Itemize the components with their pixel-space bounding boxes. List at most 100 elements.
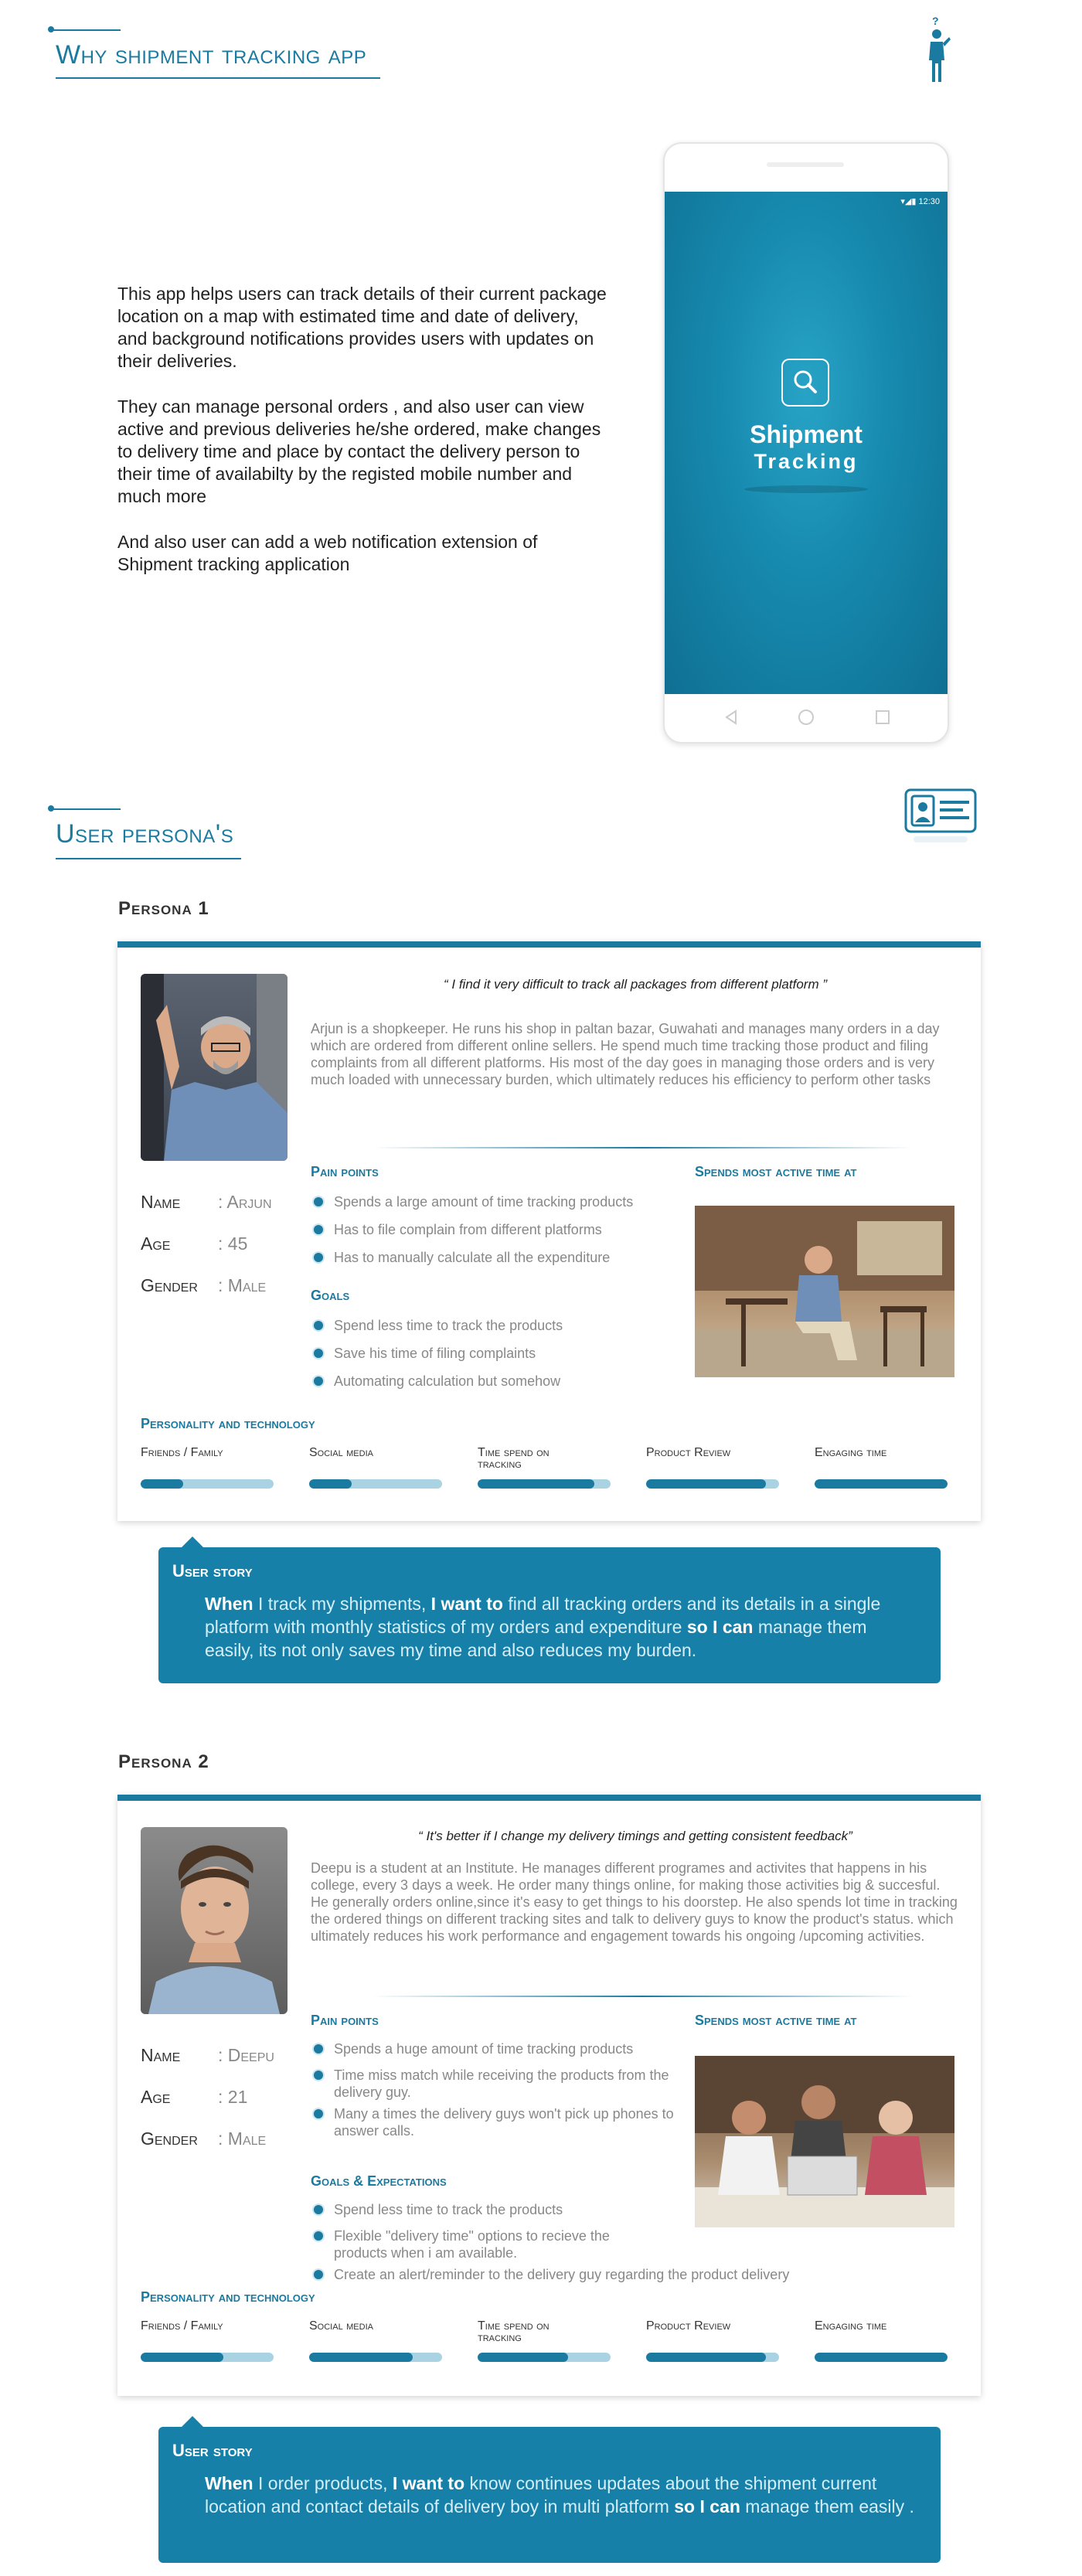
cafe-scene-icon: [695, 1206, 954, 1377]
age-value: : 45: [218, 1234, 248, 1254]
persona-2-age-row: Age : 21: [141, 2087, 247, 2108]
pt-bar-fill: [646, 1479, 766, 1489]
name-value: : Arjun: [218, 1192, 272, 1212]
bullet-icon: [314, 2109, 323, 2118]
pt-bar-fill: [478, 1479, 595, 1489]
app-name-line2: Tracking: [754, 450, 859, 473]
gender-value: : Male: [218, 1275, 267, 1295]
age-label: Age: [141, 2087, 171, 2107]
young-man-portrait-icon: [148, 1845, 280, 2014]
section-title-why: Why shipment tracking app: [56, 40, 367, 70]
name-value: : Deepu: [218, 2045, 274, 2065]
pt-bar-fill: [141, 2353, 223, 2362]
active-time-title: Spends most active time at: [695, 2013, 857, 2028]
goals-list: Spend less time to track the products Sa…: [311, 1317, 682, 1400]
pt-label: Friends / Family: [141, 1446, 223, 1459]
persona-1-heading: Persona 1: [118, 898, 209, 919]
bullet-icon: [314, 1197, 323, 1206]
intro-paragraph-2: They can manage personal orders , and al…: [117, 396, 601, 506]
personality-tech-title: Personality and technology: [141, 1416, 315, 1431]
persona-1-quote: “ I find it very difficult to track all …: [443, 977, 827, 992]
goals-title: Goals & Expectations: [311, 2173, 447, 2189]
bullet-icon: [314, 1225, 323, 1234]
age-value: : 21: [218, 2087, 248, 2107]
section-title-personas: User persona's: [56, 819, 234, 849]
pt-bar-fill: [141, 1479, 184, 1489]
list-item: Save his time of filing complaints: [311, 1345, 682, 1362]
list-item: Spend less time to track the products: [311, 1317, 682, 1334]
phone-speaker: [767, 162, 844, 167]
user-story-title: User story: [172, 2441, 253, 2460]
header-line-bottom: [56, 77, 380, 79]
app-logo-search-icon[interactable]: [781, 359, 829, 407]
pt-bar-fill: [309, 2353, 413, 2362]
svg-text:?: ?: [932, 15, 939, 27]
bullet-icon: [314, 1253, 323, 1262]
persona-2-description: Deepu is a student at an Institute. He m…: [311, 1860, 958, 1944]
persona-1-gender-row: Gender: Male: [141, 1275, 266, 1296]
home-icon[interactable]: [797, 708, 815, 727]
bullet-icon: [314, 1349, 323, 1358]
persona-1-age-row: Age: 45: [141, 1234, 247, 1254]
list-item: Time miss match while receiving the prod…: [311, 2067, 674, 2101]
story-pointer: [182, 2416, 203, 2427]
name-label: Name: [141, 2045, 181, 2065]
list-item: Many a times the delivery guys won't pic…: [311, 2105, 674, 2139]
persona-2-active-photo: [695, 2056, 954, 2227]
persona-2-heading: Persona 2: [118, 1751, 209, 1772]
pt-bar-fill: [478, 2353, 568, 2362]
pt-bar: [815, 1479, 948, 1489]
persona-1-description: Arjun is a shopkeeper. He runs his shop …: [311, 1021, 940, 1087]
intro-text: This app helps users can track details o…: [117, 283, 612, 599]
pt-bar: [646, 2353, 779, 2362]
story-pointer: [182, 1536, 203, 1547]
app-name-line1: Shipment: [750, 420, 863, 448]
friends-cafe-icon: [695, 2056, 954, 2227]
list-item: Spends a huge amount of time tracking pr…: [311, 2040, 674, 2057]
pt-label: Product Review: [646, 1446, 731, 1459]
intro-paragraph-1: This app helps users can track details o…: [117, 284, 607, 371]
bullet-icon: [314, 1376, 323, 1386]
pt-bar: [478, 2353, 611, 2362]
pain-points-list: Spends a huge amount of time tracking pr…: [311, 2040, 674, 2150]
persona-2-quote: “ It's better if I change my delivery ti…: [418, 1829, 852, 1843]
bullet-icon: [314, 2205, 323, 2214]
user-story-text: When I order products, I want to know co…: [205, 2473, 914, 2516]
persona-1-photo: [141, 974, 288, 1161]
pt-bar: [309, 2353, 442, 2362]
gender-label: Gender: [141, 2129, 198, 2149]
list-item: Create an alert/reminder to the delivery…: [311, 2266, 867, 2283]
persona-1-card: Name : Arjun Age: 45 Gender: Male “ I fin…: [117, 941, 981, 1521]
pain-points-list: Spends a large amount of time tracking p…: [311, 1193, 682, 1277]
persona-1-active-photo: [695, 1206, 954, 1377]
pt-bar: [646, 1479, 779, 1489]
persona-1-name-row: Name : Arjun: [141, 1192, 272, 1213]
pt-bar: [141, 2353, 274, 2362]
pt-label: Product Review: [646, 2319, 731, 2333]
status-bar: ▾◢▮ 12:30: [900, 196, 940, 206]
pt-label: Engaging time: [815, 1446, 887, 1459]
user-story-text: When I track my shipments, I want to fin…: [205, 1594, 881, 1660]
pt-label: Friends / Family: [141, 2319, 223, 2333]
pain-points-title: Pain points: [311, 1164, 379, 1179]
pt-label: Time spend on tracking: [478, 1446, 550, 1471]
user-story-1: User story When I track my shipments, I …: [158, 1536, 941, 1683]
search-icon: [794, 370, 817, 393]
header-line-bottom: [56, 858, 241, 859]
list-item: Flexible "delivery time" options to reci…: [311, 2227, 658, 2261]
back-icon[interactable]: [722, 708, 740, 727]
pt-bar: [815, 2353, 948, 2362]
persona-2-name-row: Name : Deepu: [141, 2045, 274, 2066]
goals-title: Goals: [311, 1288, 350, 1303]
recent-apps-icon[interactable]: [873, 708, 892, 727]
pt-bar-fill: [646, 2353, 766, 2362]
bullet-icon: [314, 2071, 323, 2080]
pt-bar: [478, 1479, 611, 1489]
header-line-top: [49, 29, 121, 31]
wifi-icon: ▾◢▮: [900, 197, 919, 206]
bullet-icon: [314, 2231, 323, 2241]
name-label: Name: [141, 1192, 181, 1212]
list-item: Spends a large amount of time tracking p…: [311, 1193, 682, 1210]
pt-bar: [141, 1479, 274, 1489]
gender-value: : Male: [218, 2129, 267, 2149]
